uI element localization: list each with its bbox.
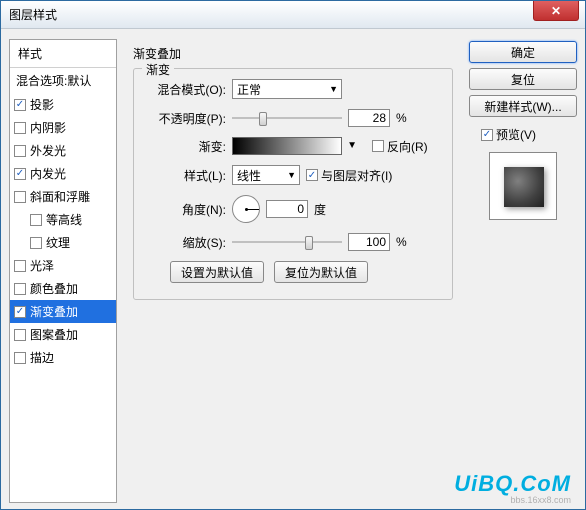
blending-options-default[interactable]: 混合选项:默认	[10, 68, 116, 93]
style-item[interactable]: 斜面和浮雕	[10, 185, 116, 208]
style-item[interactable]: 投影	[10, 93, 116, 116]
close-icon: ✕	[551, 4, 561, 18]
checkbox-icon[interactable]	[30, 214, 42, 226]
style-item-label: 等高线	[46, 211, 82, 228]
gradient-label: 渐变:	[146, 138, 226, 155]
watermark: UiBQ.CoM	[454, 471, 571, 497]
cancel-button[interactable]: 复位	[469, 68, 577, 90]
checkbox-icon[interactable]	[14, 191, 26, 203]
checkbox-icon	[372, 140, 384, 152]
section-title: 渐变叠加	[133, 45, 453, 62]
style-item-label: 内阴影	[30, 119, 66, 136]
preview-swatch	[504, 167, 544, 207]
checkbox-icon[interactable]	[14, 145, 26, 157]
percent-label: %	[396, 111, 407, 125]
style-item-label: 光泽	[30, 257, 54, 274]
gradient-overlay-panel: 渐变叠加 渐变 混合模式(O): 正常 不透明度(P): % 渐变:	[123, 39, 463, 503]
fieldset-label: 渐变	[142, 61, 174, 78]
opacity-slider[interactable]	[232, 117, 342, 119]
style-item[interactable]: 颜色叠加	[10, 277, 116, 300]
checkbox-icon	[306, 169, 318, 181]
style-item-label: 外发光	[30, 142, 66, 159]
content-area: 样式 混合选项:默认 投影内阴影外发光内发光斜面和浮雕等高线纹理光泽颜色叠加渐变…	[1, 29, 585, 509]
titlebar: 图层样式 ✕	[1, 1, 585, 29]
angle-unit: 度	[314, 201, 326, 218]
style-item[interactable]: 光泽	[10, 254, 116, 277]
checkbox-icon[interactable]	[14, 352, 26, 364]
style-item-label: 投影	[30, 96, 54, 113]
style-item-label: 颜色叠加	[30, 280, 78, 297]
preview-checkbox[interactable]: 预览(V)	[469, 122, 577, 145]
style-item[interactable]: 内阴影	[10, 116, 116, 139]
style-item[interactable]: 等高线	[10, 208, 116, 231]
angle-label: 角度(N):	[146, 201, 226, 218]
reverse-checkbox[interactable]: 反向(R)	[372, 138, 428, 155]
style-item-label: 斜面和浮雕	[30, 188, 90, 205]
style-item-label: 内发光	[30, 165, 66, 182]
opacity-label: 不透明度(P):	[146, 110, 226, 127]
scale-input[interactable]	[348, 233, 390, 251]
blend-mode-label: 混合模式(O):	[146, 81, 226, 98]
reset-default-button[interactable]: 复位为默认值	[274, 261, 368, 283]
checkbox-icon[interactable]	[14, 99, 26, 111]
style-item[interactable]: 外发光	[10, 139, 116, 162]
checkbox-icon[interactable]	[14, 306, 26, 318]
style-item-label: 纹理	[46, 234, 70, 251]
ok-button[interactable]: 确定	[469, 41, 577, 63]
style-item[interactable]: 描边	[10, 346, 116, 369]
styles-list-panel: 样式 混合选项:默认 投影内阴影外发光内发光斜面和浮雕等高线纹理光泽颜色叠加渐变…	[9, 39, 117, 503]
percent-label: %	[396, 235, 407, 249]
close-button[interactable]: ✕	[533, 1, 579, 21]
styles-header[interactable]: 样式	[10, 40, 116, 68]
scale-slider[interactable]	[232, 241, 342, 243]
style-item-label: 描边	[30, 349, 54, 366]
style-select[interactable]: 线性	[232, 165, 300, 185]
slider-thumb[interactable]	[305, 236, 313, 250]
style-item[interactable]: 图案叠加	[10, 323, 116, 346]
checkbox-icon[interactable]	[14, 168, 26, 180]
new-style-button[interactable]: 新建样式(W)...	[469, 95, 577, 117]
right-panel: 确定 复位 新建样式(W)... 预览(V)	[469, 39, 577, 503]
checkbox-icon[interactable]	[30, 237, 42, 249]
style-item-label: 渐变叠加	[30, 303, 78, 320]
gradient-swatch[interactable]	[232, 137, 342, 155]
checkbox-icon[interactable]	[14, 122, 26, 134]
scale-label: 缩放(S):	[146, 234, 226, 251]
preview-box	[489, 152, 557, 220]
style-label: 样式(L):	[146, 167, 226, 184]
style-list: 投影内阴影外发光内发光斜面和浮雕等高线纹理光泽颜色叠加渐变叠加图案叠加描边	[10, 93, 116, 369]
blend-mode-select[interactable]: 正常	[232, 79, 342, 99]
window-title: 图层样式	[9, 6, 57, 23]
angle-input[interactable]	[266, 200, 308, 218]
align-checkbox[interactable]: 与图层对齐(I)	[306, 167, 392, 184]
angle-dial[interactable]	[232, 195, 260, 223]
make-default-button[interactable]: 设置为默认值	[170, 261, 264, 283]
checkbox-icon[interactable]	[14, 260, 26, 272]
watermark-sub: bbs.16xx8.com	[510, 495, 571, 505]
style-item[interactable]: 内发光	[10, 162, 116, 185]
checkbox-icon[interactable]	[14, 283, 26, 295]
opacity-input[interactable]	[348, 109, 390, 127]
style-item[interactable]: 纹理	[10, 231, 116, 254]
checkbox-icon[interactable]	[14, 329, 26, 341]
slider-thumb[interactable]	[259, 112, 267, 126]
style-item-label: 图案叠加	[30, 326, 78, 343]
checkbox-icon	[481, 129, 493, 141]
gradient-fieldset: 渐变 混合模式(O): 正常 不透明度(P): % 渐变:	[133, 68, 453, 300]
style-item[interactable]: 渐变叠加	[10, 300, 116, 323]
layer-style-dialog: 图层样式 ✕ 样式 混合选项:默认 投影内阴影外发光内发光斜面和浮雕等高线纹理光…	[0, 0, 586, 510]
